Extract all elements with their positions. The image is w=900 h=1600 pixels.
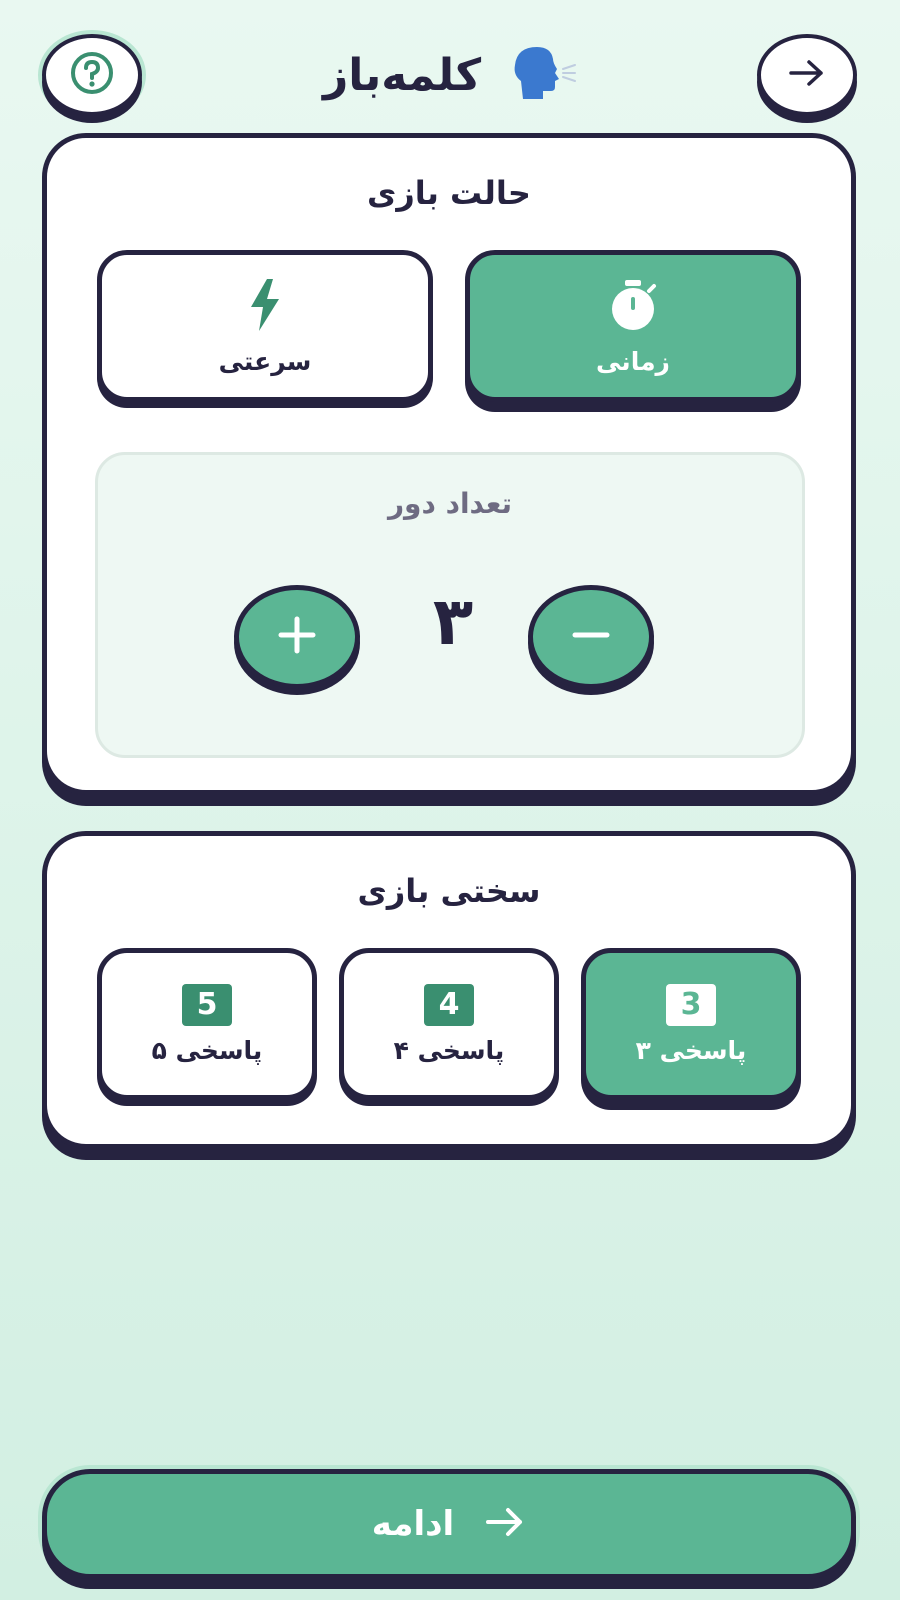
rounds-panel: تعداد دور ۳ bbox=[95, 452, 805, 758]
rounds-value: ۳ bbox=[432, 583, 474, 660]
difficulty-card: سختی بازی 3 ۳ پاسخی 4 ۴ پاسخی 5 ۵ پاسخی bbox=[42, 831, 856, 1149]
arrow-right-icon bbox=[484, 1506, 526, 1542]
app-title: کلمه‌باز bbox=[322, 49, 482, 101]
difficulty-title: سختی بازی bbox=[357, 872, 541, 910]
difficulty-badge: 4 bbox=[424, 983, 474, 1026]
increment-rounds-button[interactable] bbox=[234, 585, 360, 689]
rounds-title: تعداد دور bbox=[387, 487, 513, 520]
top-bar: کلمه‌باز bbox=[0, 0, 900, 140]
stopwatch-icon bbox=[605, 277, 661, 337]
game-mode-card: حالت بازی زمانی سرعتی تعداد دور ۳ bbox=[42, 133, 856, 795]
difficulty-badge: 3 bbox=[666, 983, 716, 1026]
difficulty-option-label: ۵ پاسخی bbox=[151, 1035, 263, 1065]
speaking-head-icon bbox=[507, 43, 577, 107]
lightning-icon bbox=[245, 277, 285, 337]
mode-option-label: زمانی bbox=[596, 346, 670, 376]
game-mode-title: حالت بازی bbox=[367, 174, 531, 212]
decrement-rounds-button[interactable] bbox=[528, 585, 654, 689]
difficulty-option-4[interactable]: 4 ۴ پاسخی bbox=[339, 948, 559, 1100]
continue-button[interactable]: ادامه bbox=[42, 1469, 856, 1579]
back-button[interactable] bbox=[757, 34, 857, 116]
difficulty-option-label: ۳ پاسخی bbox=[635, 1035, 747, 1065]
mode-option-speed[interactable]: سرعتی bbox=[97, 250, 433, 402]
mode-option-timed[interactable]: زمانی bbox=[465, 250, 801, 402]
minus-icon bbox=[571, 615, 611, 659]
mode-option-label: سرعتی bbox=[218, 346, 312, 376]
difficulty-badge: 5 bbox=[182, 983, 232, 1026]
continue-label: ادامه bbox=[371, 1504, 455, 1544]
arrow-right-icon bbox=[787, 58, 827, 92]
plus-icon bbox=[277, 615, 317, 659]
difficulty-option-label: ۴ پاسخی bbox=[393, 1035, 505, 1065]
difficulty-option-3[interactable]: 3 ۳ پاسخی bbox=[581, 948, 801, 1100]
difficulty-option-5[interactable]: 5 ۵ پاسخی bbox=[97, 948, 317, 1100]
